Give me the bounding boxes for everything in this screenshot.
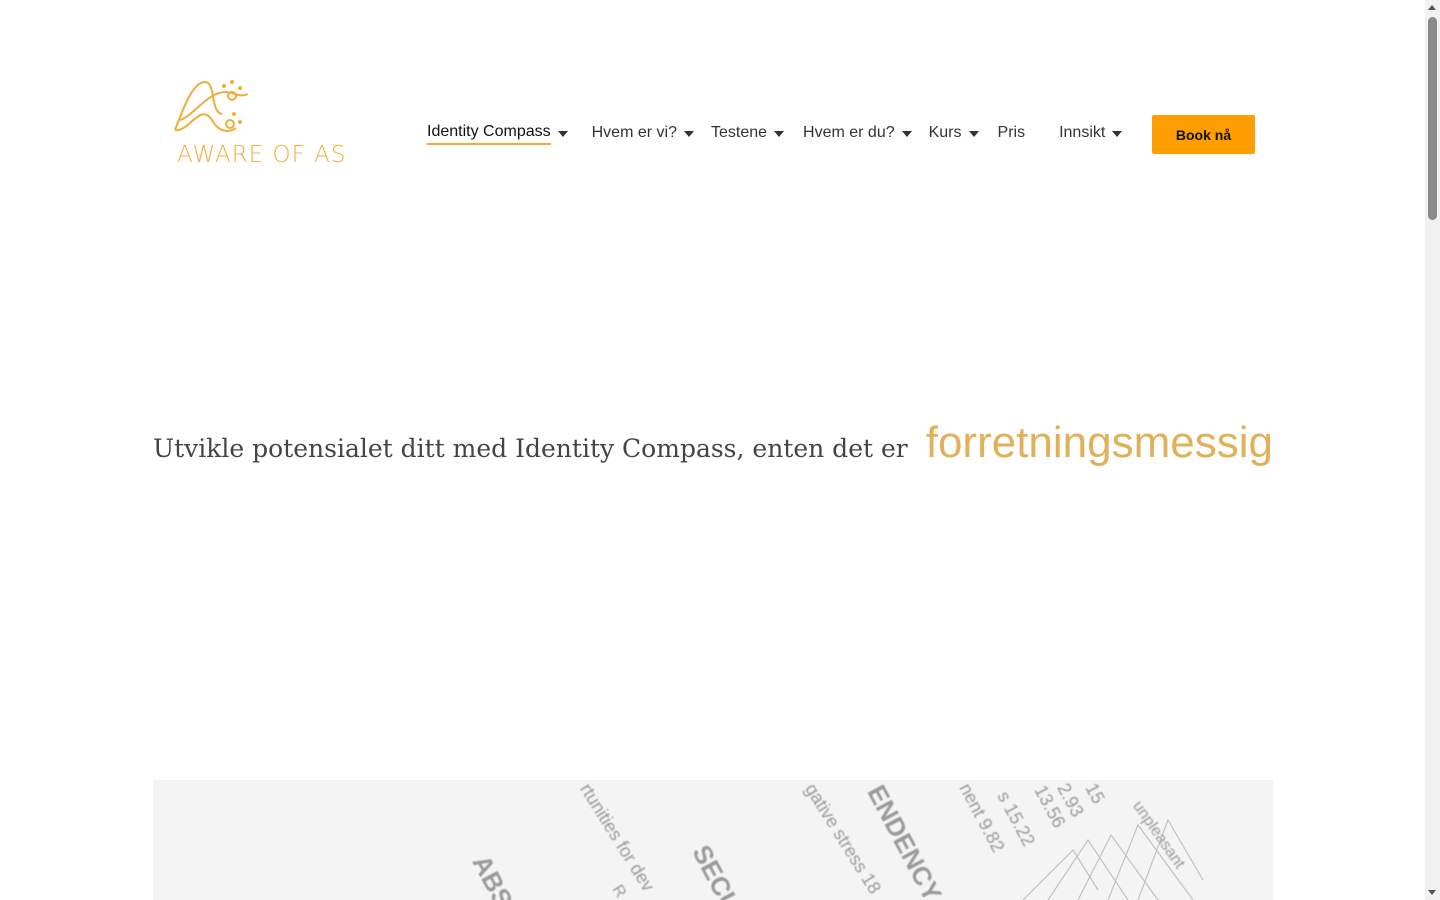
nav-item-label: Testene <box>710 124 768 141</box>
page: AWARE OF AS Identity Compass Hvem er vi?… <box>0 0 1440 900</box>
nav-item-label: Innsikt <box>1059 124 1106 141</box>
chevron-down-icon <box>1112 131 1123 137</box>
hero-rotating-word: forretningsmessig <box>925 418 1273 467</box>
hero-headline: Utvikle potensialet ditt med Identity Co… <box>153 418 1273 468</box>
logo-text: AWARE OF AS <box>177 142 347 168</box>
main-nav: Identity Compass Hvem er vi? Testene Hve… <box>427 121 1123 149</box>
nav-item-label: Kurs <box>928 124 962 141</box>
nav-item-label: Identity Compass <box>427 121 551 145</box>
hero-lead-text: Utvikle potensialet ditt med Identity Co… <box>153 434 908 463</box>
logo-mark-icon <box>174 80 249 132</box>
scroll-up-icon[interactable] <box>1428 5 1436 10</box>
nav-item-label: Pris <box>997 124 1026 141</box>
book-now-button[interactable]: Book nå <box>1152 115 1255 154</box>
nav-item-innsikt[interactable]: Innsikt <box>1059 121 1123 145</box>
logo[interactable]: AWARE OF AS <box>170 72 360 172</box>
scrollbar-thumb[interactable] <box>1428 17 1437 220</box>
nav-item-label: Hvem er du? <box>803 124 895 141</box>
chevron-down-icon <box>683 131 694 137</box>
nav-item-label: Hvem er vi? <box>591 124 677 141</box>
nav-item-hvem-er-du[interactable]: Hvem er du? <box>803 121 912 145</box>
nav-item-kurs[interactable]: Kurs <box>929 121 979 145</box>
chevron-down-icon <box>557 131 568 137</box>
nav-item-hvem-er-vi[interactable]: Hvem er vi? <box>592 121 694 145</box>
hero-photo: ABS rtunities for dev R SECU gative stre… <box>153 780 1273 900</box>
page-scrollbar[interactable] <box>1425 0 1440 900</box>
photo-table-lines <box>1022 818 1204 900</box>
chevron-down-icon <box>968 131 979 137</box>
nav-item-identity-compass[interactable]: Identity Compass <box>427 121 568 145</box>
chevron-down-icon <box>901 131 912 137</box>
chevron-down-icon <box>774 131 785 137</box>
nav-item-testene[interactable]: Testene <box>710 121 785 145</box>
nav-item-pris[interactable]: Pris <box>998 121 1026 145</box>
scroll-down-icon[interactable] <box>1428 890 1436 895</box>
